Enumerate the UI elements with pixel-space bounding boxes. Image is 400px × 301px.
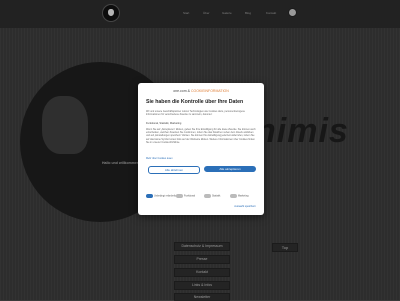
consent-brand: one.com & COOKIEINFORMATION [138,89,264,93]
consent-intro: Wir und unsere Geschäftspartner nutzen T… [146,110,245,117]
consent-toggles: Unbedingt erforderlich Funktional Statis… [146,193,256,203]
toggle-statistics[interactable]: Statistik [204,194,220,198]
consent-body: Wenn Sie auf „Akzeptieren“ klicken, gebe… [146,128,256,144]
toggle-marketing[interactable]: Marketing [230,194,249,198]
consent-purposes: Funktional, Statistik, Marketing [146,122,182,125]
accept-all-button[interactable]: Alle akzeptieren [204,166,256,172]
toggle-switch-icon [146,194,153,198]
brand-onecom: one.com [173,89,187,93]
toggle-switch-icon [204,194,211,198]
consent-more-link[interactable]: Mehr über Cookies lesen [146,157,256,160]
toggle-necessary[interactable]: Unbedingt erforderlich [146,194,178,198]
toggle-switch-icon [176,194,183,198]
cookie-consent-dialog: one.com & COOKIEINFORMATION Sie haben di… [138,83,264,215]
decline-all-button[interactable]: Alle ablehnen [148,166,200,174]
toggle-switch-icon [230,194,237,198]
brand-cookieinformation: COOKIEINFORMATION [190,89,229,93]
save-selection-link[interactable]: Auswahl speichern [234,205,256,208]
toggle-functional[interactable]: Funktional [176,194,195,198]
consent-title: Sie haben die Kontrolle über Ihre Daten [146,99,244,105]
brand-ampersand: & [187,89,190,93]
